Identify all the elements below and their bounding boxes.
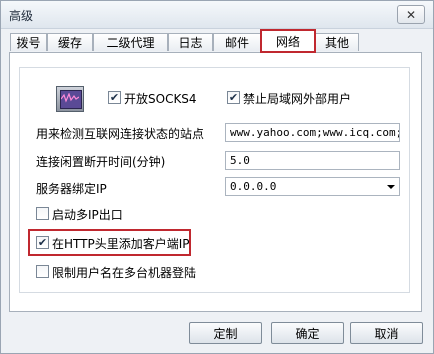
close-icon: ✕ bbox=[405, 7, 417, 22]
ok-button[interactable]: 确定 bbox=[271, 322, 344, 344]
bind-ip-label: 服务器绑定IP bbox=[36, 182, 107, 196]
bind-ip-value: 0.0.0.0 bbox=[230, 180, 277, 193]
network-monitor-icon bbox=[56, 86, 84, 112]
check-site-label: 用来检测互联网连接状态的站点 bbox=[36, 127, 205, 141]
bind-ip-select[interactable]: 0.0.0.0 bbox=[225, 177, 400, 196]
limit-multi-login-label: 限制用户名在多台机器登陆 bbox=[52, 266, 197, 280]
cancel-button[interactable]: 取消 bbox=[350, 322, 423, 344]
check-site-input[interactable]: www.yahoo.com;www.icq.com;ww bbox=[225, 123, 400, 142]
tab-mail[interactable]: 邮件 bbox=[213, 33, 261, 51]
close-button[interactable]: ✕ bbox=[397, 5, 425, 24]
tab-other[interactable]: 其他 bbox=[315, 33, 359, 51]
add-client-ip-checkbox[interactable]: ✔ bbox=[36, 236, 49, 249]
idle-timeout-label: 连接闲置断开时间(分钟) bbox=[36, 155, 166, 169]
multi-ip-label: 启动多IP出口 bbox=[52, 208, 123, 222]
dialog-title: 高级 bbox=[9, 9, 34, 23]
socks4-checkbox[interactable]: ✔ bbox=[108, 91, 121, 104]
waveform-icon bbox=[61, 93, 79, 103]
custom-button[interactable]: 定制 bbox=[189, 322, 262, 344]
chevron-down-icon bbox=[387, 185, 395, 189]
tab-second-proxy[interactable]: 二级代理 bbox=[93, 33, 168, 51]
tab-network[interactable]: 网络 bbox=[260, 29, 316, 53]
title-bar: 高级 ✕ bbox=[1, 1, 433, 29]
checkmark-icon: ✔ bbox=[109, 91, 120, 104]
multi-ip-checkbox[interactable] bbox=[36, 207, 49, 220]
idle-timeout-input[interactable]: 5.0 bbox=[225, 151, 400, 170]
checkmark-icon: ✔ bbox=[37, 236, 48, 249]
tab-log[interactable]: 日志 bbox=[168, 33, 213, 51]
add-client-ip-label: 在HTTP头里添加客户端IP bbox=[52, 237, 190, 251]
limit-multi-login-checkbox[interactable] bbox=[36, 265, 49, 278]
socks4-label: 开放SOCKS4 bbox=[124, 92, 197, 106]
tab-dialup[interactable]: 拨号 bbox=[10, 33, 47, 51]
checkmark-icon: ✔ bbox=[228, 91, 239, 104]
tab-cache[interactable]: 缓存 bbox=[47, 33, 93, 51]
block-lan-checkbox[interactable]: ✔ bbox=[227, 91, 240, 104]
block-lan-label: 禁止局域网外部用户 bbox=[243, 92, 352, 106]
